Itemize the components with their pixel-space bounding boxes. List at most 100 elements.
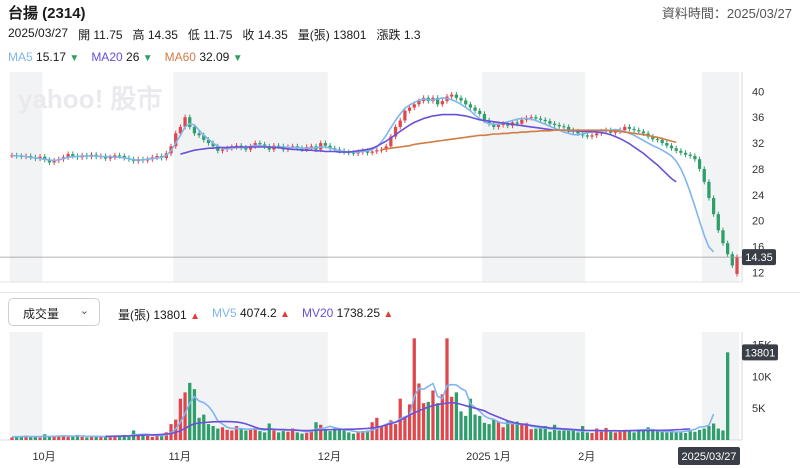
vol-month-band-0 — [9, 332, 43, 440]
mv5-up-arrow-icon: ▲ — [280, 309, 290, 320]
last-price-label: 14.35 — [745, 252, 773, 264]
volume-bar — [47, 436, 52, 440]
volume-bar — [538, 427, 543, 440]
volume-bar — [492, 419, 496, 440]
volume-bar — [683, 433, 688, 440]
candle-body — [478, 110, 482, 114]
volume-bar — [295, 432, 299, 440]
ma60-legend[interactable]: MA60 32.09 ▼ — [165, 50, 243, 64]
month-band-3 — [701, 72, 740, 282]
volume-bar — [464, 415, 468, 440]
indicator-select-label: 成交量 — [23, 307, 60, 321]
volume-bar — [267, 423, 271, 440]
price-tick-label: 24 — [752, 190, 764, 202]
quote-volume: 量(張) 13801 — [297, 28, 367, 42]
volume-bar — [571, 429, 575, 440]
volume-bar — [711, 423, 716, 440]
volume-bar — [342, 430, 346, 440]
quote-date: 2025/03/27 — [8, 26, 69, 40]
volume-bar — [211, 426, 215, 440]
candle-body — [323, 143, 328, 146]
candle-body — [585, 135, 589, 137]
candle-body — [548, 121, 552, 124]
mv5-value: 4074.2 — [240, 306, 277, 320]
ma20-value: 26 — [126, 50, 140, 64]
data-time: 資料時間：2025/03/27 — [661, 6, 792, 21]
volume-bar — [632, 432, 636, 440]
volume-bar — [66, 436, 70, 440]
candle-body — [192, 126, 197, 134]
candle-body — [375, 150, 379, 152]
volume-bar — [239, 428, 243, 440]
ma5-legend[interactable]: MA5 15.17 ▼ — [8, 50, 79, 64]
volume-legend: 量(張) 13801 ▲ MV5 4074.2 ▲ MV20 1738.25 ▲ — [118, 306, 405, 323]
volume-bar — [412, 338, 416, 440]
candle-body — [464, 100, 468, 105]
volume-bar — [202, 414, 206, 440]
volume-bar — [384, 424, 388, 440]
volume-bar — [431, 390, 435, 440]
volume-bar — [618, 431, 622, 440]
mv5-legend[interactable]: MV5 4074.2 ▲ — [212, 306, 290, 323]
volume-bar — [220, 427, 225, 440]
volume-bar — [627, 431, 632, 440]
candle-body — [117, 155, 122, 157]
candle-body — [665, 143, 669, 146]
volume-bar — [454, 392, 458, 440]
indicator-select[interactable]: 成交量 ⌄ — [8, 298, 100, 326]
candle-body — [220, 149, 225, 151]
candle-body — [543, 119, 547, 122]
volume-bar — [562, 430, 566, 440]
ma5-down-arrow-icon: ▼ — [69, 53, 80, 64]
price-tick-label: 20 — [752, 216, 764, 228]
volume-bar — [501, 427, 505, 440]
candle-body — [529, 117, 533, 119]
candle-body — [351, 152, 356, 154]
volume-bar — [305, 433, 309, 440]
candle-body — [450, 94, 454, 97]
vol-legend[interactable]: 量(張) 13801 ▲ — [118, 306, 200, 323]
volume-bar — [347, 432, 351, 440]
volume-bar — [660, 431, 664, 440]
volume-bar — [141, 435, 145, 440]
volume-bar — [61, 436, 66, 440]
volume-bar — [459, 411, 463, 440]
candle-body — [595, 133, 599, 136]
mv20-legend[interactable]: MV20 1738.25 ▲ — [302, 306, 393, 323]
ma60-down-arrow-icon: ▼ — [232, 53, 243, 64]
volume-bar — [576, 432, 580, 440]
candle-body — [721, 230, 725, 244]
price-chart[interactable]: yahoo! 股市121620242832364014.35 — [0, 70, 800, 292]
candle-body — [71, 154, 75, 156]
volume-bar — [314, 422, 318, 440]
candle-body — [669, 145, 674, 149]
volume-bar — [651, 429, 655, 440]
volume-bar — [590, 433, 594, 440]
date-tag-label: 2025/03/27 — [681, 451, 736, 463]
candle-body — [552, 123, 557, 125]
volume-chart[interactable]: 5K10K15K1380110月11月12月2025 1月2月3月2025/03… — [0, 330, 800, 468]
candle-body — [655, 139, 660, 141]
candle-body — [258, 143, 262, 145]
quote-low: 低 11.75 — [187, 28, 233, 42]
ma5-value: 15.17 — [36, 50, 67, 64]
vol-up-arrow-icon: ▲ — [190, 311, 200, 322]
candle-body — [707, 181, 711, 198]
candle-body — [520, 119, 524, 124]
price-tick-label: 32 — [752, 138, 764, 150]
stock-title: 台揚 (2314) — [8, 5, 86, 22]
candle-body — [459, 97, 463, 101]
watermark-logo: yahoo! 股市 — [18, 84, 162, 114]
x-tick-label: 12月 — [318, 451, 341, 463]
volume-bar — [548, 431, 552, 440]
volume-tick-label: 10K — [752, 371, 772, 383]
ma20-legend[interactable]: MA20 26 ▼ — [91, 50, 152, 64]
volume-bar — [609, 431, 613, 440]
candle-body — [188, 117, 192, 127]
quote-bar: 2025/03/27 開 11.75 高 14.35 低 11.75 收 14.… — [8, 26, 431, 43]
volume-bar — [613, 432, 618, 440]
volume-bar — [300, 433, 304, 440]
volume-bar — [319, 424, 323, 440]
volume-bar — [482, 422, 487, 440]
x-tick-label: 2025 1月 — [466, 451, 511, 463]
